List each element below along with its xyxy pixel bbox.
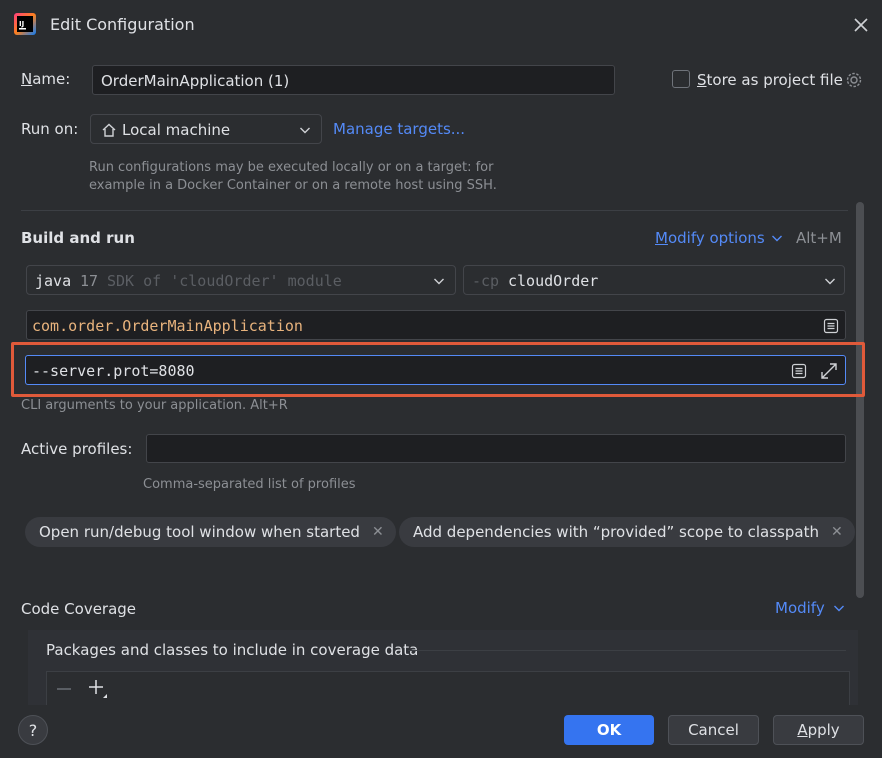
- coverage-modify-link[interactable]: Modify: [775, 599, 825, 617]
- list-icon[interactable]: [791, 363, 807, 379]
- cp-flag: -cp: [472, 272, 500, 290]
- apply-text: pply: [807, 721, 840, 739]
- jdk-version: 17: [80, 272, 99, 290]
- program-arguments-value: --server.prot=8080: [32, 362, 195, 380]
- help-icon: ?: [28, 720, 38, 740]
- apply-button[interactable]: Apply: [773, 715, 864, 745]
- store-as-project-file-label[interactable]: Store as project file: [697, 71, 843, 89]
- svg-text:IJ: IJ: [19, 20, 24, 28]
- remove-icon[interactable]: [55, 680, 73, 698]
- name-label: Name:: [21, 70, 70, 88]
- modify-options-mnemonic: M: [655, 229, 668, 247]
- name-input-value: OrderMainApplication (1): [101, 72, 290, 90]
- cancel-label: Cancel: [688, 721, 739, 739]
- active-profiles-label: Active profiles:: [21, 440, 133, 458]
- build-and-run-title: Build and run: [21, 229, 135, 247]
- modify-options-chevron-icon[interactable]: [771, 232, 783, 244]
- apply-mnemonic: A: [797, 721, 808, 739]
- active-profiles-hint: Comma-separated list of profiles: [143, 477, 356, 492]
- ok-label: OK: [596, 721, 622, 739]
- main-class-input[interactable]: com.order.OrderMainApplication: [26, 310, 846, 340]
- store-as-project-file-checkbox[interactable]: [672, 70, 690, 88]
- scrollbar-thumb[interactable]: [856, 202, 864, 598]
- name-label-mnemonic: N: [21, 70, 33, 88]
- gear-icon[interactable]: [845, 71, 863, 89]
- classpath-dropdown[interactable]: -cp cloudOrder: [463, 265, 845, 295]
- program-arguments-input[interactable]: --server.prot=8080: [25, 355, 846, 385]
- jdk-dropdown[interactable]: java 17 SDK of 'cloudOrder' module: [26, 265, 456, 295]
- coverage-modify-chevron-icon[interactable]: [833, 602, 845, 614]
- cp-value: cloudOrder: [508, 272, 599, 290]
- close-icon[interactable]: ✕: [372, 524, 384, 540]
- run-on-help-line2: example in a Docker Container or on a re…: [89, 178, 497, 193]
- jdk-java-label: java: [35, 272, 72, 290]
- active-profiles-input[interactable]: [146, 434, 846, 463]
- close-icon[interactable]: [853, 17, 869, 33]
- packages-list[interactable]: [46, 671, 850, 705]
- name-input[interactable]: OrderMainApplication (1): [92, 65, 615, 95]
- chip-label: Open run/debug tool window when started: [39, 523, 360, 541]
- chevron-down-icon: [433, 275, 445, 287]
- store-label-text: tore as project file: [706, 71, 843, 89]
- modify-options-shortcut: Alt+M: [796, 229, 842, 247]
- code-coverage-title: Code Coverage: [21, 600, 137, 618]
- chevron-down-icon: [824, 275, 836, 287]
- close-icon[interactable]: ✕: [831, 524, 843, 540]
- packages-label: Packages and classes to include in cover…: [46, 641, 419, 659]
- modify-options-link[interactable]: Modify options: [655, 229, 765, 247]
- packages-separator: [408, 650, 846, 651]
- name-label-text: ame:: [32, 70, 71, 88]
- browse-list-icon[interactable]: [823, 318, 839, 334]
- program-arguments-hint: CLI arguments to your application. Alt+R: [21, 398, 288, 413]
- manage-targets-link[interactable]: Manage targets...: [333, 120, 465, 138]
- intellij-logo-icon: IJ: [14, 13, 36, 35]
- option-chip-provided-scope[interactable]: Add dependencies with “provided” scope t…: [399, 517, 855, 547]
- window-title: Edit Configuration: [50, 15, 195, 34]
- title-bar: IJ Edit Configuration: [0, 0, 882, 50]
- home-icon: [101, 122, 117, 138]
- ok-button[interactable]: OK: [564, 715, 654, 745]
- option-chip-open-tool-window[interactable]: Open run/debug tool window when started …: [25, 517, 396, 547]
- help-button[interactable]: ?: [18, 715, 48, 745]
- expand-icon[interactable]: [819, 361, 839, 381]
- cancel-button[interactable]: Cancel: [668, 715, 759, 745]
- separator: [21, 210, 848, 211]
- apply-label: Apply: [797, 721, 839, 739]
- chip-label: Add dependencies with “provided” scope t…: [413, 523, 819, 541]
- run-on-help-line1: Run configurations may be executed local…: [89, 160, 494, 175]
- store-label-mnemonic: S: [697, 71, 707, 89]
- main-class-value: com.order.OrderMainApplication: [32, 317, 303, 335]
- run-on-value: Local machine: [122, 121, 231, 139]
- add-icon[interactable]: [87, 678, 109, 700]
- chevron-down-icon: [299, 124, 311, 136]
- jdk-hint: SDK of 'cloudOrder' module: [107, 272, 342, 290]
- run-on-dropdown[interactable]: Local machine: [90, 114, 322, 144]
- run-on-label: Run on:: [21, 120, 79, 138]
- modify-options-text: odify options: [667, 229, 765, 247]
